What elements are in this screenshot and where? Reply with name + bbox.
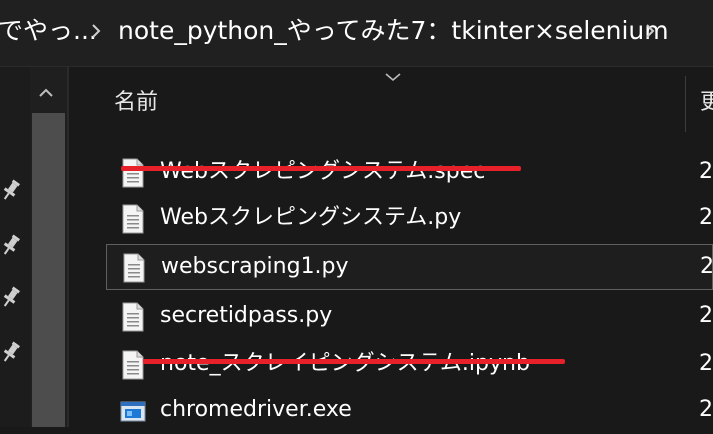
pin-icon[interactable] xyxy=(0,233,22,257)
file-row[interactable]: chromedriver.exe 2 xyxy=(106,388,713,434)
file-name: webscraping1.py xyxy=(161,254,349,279)
file-name: secretidpass.py xyxy=(160,303,333,328)
breadcrumb-current[interactable]: note_python_やってみた7：tkinter×selenium xyxy=(118,13,669,49)
column-header-name[interactable]: 名前 xyxy=(114,88,158,118)
column-header-date[interactable]: 更 xyxy=(700,88,713,118)
file-name: note_スクレイピングシステム.ipynb xyxy=(160,348,530,380)
file-date: 2 xyxy=(699,159,713,184)
file-date: 2 xyxy=(699,397,713,422)
file-date: 2 xyxy=(699,205,713,230)
pin-icon[interactable] xyxy=(0,285,22,309)
file-row-selected[interactable]: webscraping1.py 2 xyxy=(106,244,713,290)
exe-file-icon xyxy=(120,401,146,422)
file-date: 2 xyxy=(699,303,713,328)
file-name: chromedriver.exe xyxy=(160,397,352,422)
strikethrough-annotation xyxy=(121,166,521,171)
file-date: 2 xyxy=(699,351,713,376)
pin-icon[interactable] xyxy=(0,340,22,364)
sort-chevron-icon[interactable] xyxy=(384,72,402,82)
file-row[interactable]: note_スクレイピングシステム.ipynb 2 xyxy=(106,342,713,388)
pin-icon[interactable] xyxy=(0,178,22,202)
chevron-right-icon[interactable] xyxy=(640,21,660,41)
file-name: Webスクレピングシステム.py xyxy=(160,205,462,230)
text-file-icon xyxy=(123,253,145,283)
strikethrough-annotation xyxy=(143,359,565,364)
file-date: 2 xyxy=(700,254,713,279)
text-file-icon xyxy=(122,158,144,188)
file-row[interactable]: Webスクレピングシステム.py 2 xyxy=(106,196,713,242)
text-file-icon xyxy=(122,350,144,380)
breadcrumb-previous[interactable]: でやっ... xyxy=(0,13,97,49)
text-file-icon xyxy=(122,204,144,234)
file-name: Webスクレピングシステム.spec xyxy=(160,159,486,184)
file-row[interactable]: Webスクレピングシステム.spec 2 xyxy=(106,150,713,196)
scroll-up-arrow-icon[interactable] xyxy=(36,84,56,102)
text-file-icon xyxy=(122,302,144,332)
chevron-right-icon[interactable] xyxy=(86,21,106,41)
column-separator[interactable] xyxy=(685,76,686,132)
scrollbar-thumb[interactable] xyxy=(32,113,65,427)
file-row[interactable]: secretidpass.py 2 xyxy=(106,294,713,340)
